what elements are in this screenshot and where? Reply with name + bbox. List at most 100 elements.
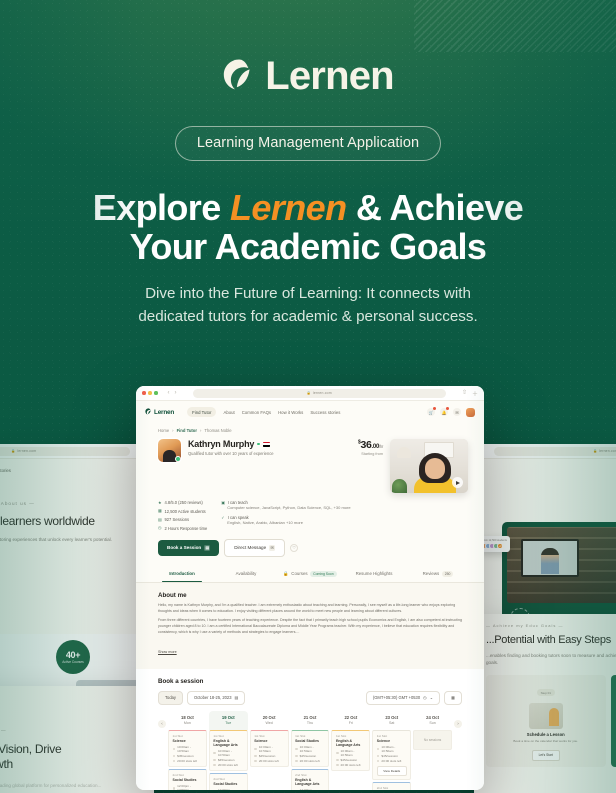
nav-link-find-tutor[interactable]: Find Tutor [187,407,217,417]
minimize-icon[interactable] [148,391,152,395]
nav-link-how-it-works[interactable]: How it Works [278,410,303,415]
session-slot-card[interactable]: 2nd SlotSocial Studies12:00pm - 12:50pm$… [372,782,412,790]
tab-courses[interactable]: 🔒 Courses Coming Soon [278,566,342,582]
close-icon[interactable] [142,391,146,395]
slot-time: 10:00am - 10:50am [172,745,203,753]
fact-text: 2 Hours Response time [164,525,208,531]
session-slot-card[interactable]: 2nd SlotSocial Studies12:00pm - 12:50pm$… [168,769,207,790]
about-us-paragraph: ...ated to providing personalized online… [0,537,112,542]
day-header[interactable]: 24 Oct Sun [413,711,452,730]
page-title: Explore Lernen & Achieve Your Academic G… [0,188,616,266]
background-window-easy-steps: — Achieve my Educ Goals — ...Potential w… [474,614,616,793]
day-header[interactable]: 21 Oct Thu [291,711,330,730]
nav-link-success-stories[interactable]: Success stories [310,410,340,415]
nav-link-faqs[interactable]: Common FAQs [242,410,271,415]
coming-soon-badge: Coming Soon [310,570,337,577]
breadcrumb-current: Thomas Noble [204,428,232,433]
show-more-link[interactable]: Show more [158,650,177,654]
session-slot-card[interactable]: 1st Slot Science 10:00am - 10:50am $45/sess… [372,729,412,780]
forward-icon[interactable]: › [175,390,177,396]
play-icon[interactable] [452,477,463,488]
breadcrumb-find-tutor[interactable]: Find Tutor [177,428,197,433]
tutor-intro-video[interactable] [390,439,468,493]
nav-link-about[interactable]: About [223,410,234,415]
slot-title: English & Language Arts [335,738,361,747]
session-slot-card[interactable]: 1st Slot English & Language Arts 10:00am -… [331,729,371,771]
slot-availability: 20:00 slots left [376,759,407,763]
day-header[interactable]: 20 Oct Wed [250,711,289,730]
bell-icon[interactable]: 🔔 [440,407,449,416]
session-slot-card[interactable]: 2nd SlotSocial Studies12:00pm - 12:50pm$… [208,773,248,790]
fact-value: Computer science, JavaScript, Python, Da… [227,505,351,510]
fact-text: 927 Sessions [164,517,190,523]
address-bar[interactable]: 🔒 lernen.com [0,446,130,456]
list-item: ▣ I can teach Computer science, JavaScri… [221,500,350,510]
slot-availability: 20:00 slots left [213,763,243,767]
share-icon[interactable]: ⇧ [462,389,467,398]
active-courses-label: Active Courses [62,660,84,664]
day-header[interactable]: 18 Oct Mon [168,711,207,730]
app-logo[interactable]: Lernen [145,408,174,416]
mail-icon[interactable]: ✉ [453,408,461,416]
day-header[interactable]: 23 Oct Sat [372,711,411,730]
list-item: ▦ 12,500 Active students [158,509,207,514]
plus-icon[interactable]: ＋ [472,389,478,398]
tab-introduction[interactable]: Introduction [150,566,214,583]
view-details-button[interactable]: View Details [376,765,407,776]
tagline-badge: Learning Management Application [174,126,442,161]
timezone-select[interactable]: (GMT+05:30) GMT +0530 ◷ ⌄ [365,690,441,705]
step-card-schedule[interactable]: Step 01 Schedule a Lesson Book a time on… [486,674,606,768]
slot-label: 2nd Slot [295,773,307,778]
about-me-paragraph-2: From three different countries, I have f… [158,618,462,635]
day-header[interactable]: 19 Oct Tue [208,710,248,730]
step-button[interactable]: Let's Start [531,749,560,761]
online-dot-icon [176,457,180,461]
active-courses-badge: 40+ Active Courses [56,640,90,674]
day-header[interactable]: 22 Oct Fri [331,711,370,730]
tutor-facts: ★ 4.8/5.0 (250 reviews) ▦ 12,500 Active … [136,493,484,531]
vision-heading-line-1: Our Vision, Drive [0,742,62,756]
step-text: Book a time on the calendar that works f… [513,738,579,743]
avatar[interactable] [466,407,475,417]
tab-resume-highlights[interactable]: Resume Highlights [342,566,406,581]
cart-icon[interactable]: 🛒 [427,407,436,416]
session-slot-card[interactable]: 1st Slot Science 10:00am - 10:50am $45/sess… [168,729,207,767]
session-slot-card[interactable]: 1st Slot Social Studies 10:00am - 10:50am $… [290,729,330,767]
slot-duration: $45/session [295,754,325,758]
tab-availability[interactable]: Availability [214,566,278,581]
date-range-picker[interactable]: October 18-25, 2023 ▤ [186,690,246,705]
tutor-stats-list: ★ 4.8/5.0 (250 reviews) ▦ 12,500 Active … [158,500,207,531]
book-session-button[interactable]: Book a Session ▤ [158,539,220,556]
window-controls [142,391,158,395]
next-week-button[interactable]: › [454,719,463,728]
product-screenshot-collage: 🔒 lernen.com About Common FAQs How it Wo… [0,356,616,793]
booking-title: Book a session [158,677,204,685]
slot-time: 10:00am - 10:50am [254,745,284,753]
heart-icon[interactable]: ♡ [290,543,299,552]
breadcrumb-home[interactable]: Home [158,428,169,433]
slot-time: 10:00am - 10:50am [295,745,325,753]
about-me-title: About me [158,591,187,599]
session-slot-card[interactable]: 1st Slot Science 10:00am - 10:50am $45/sess… [249,729,289,767]
maximize-icon[interactable] [154,391,158,395]
direct-message-button[interactable]: Direct Message ✉ [224,538,286,557]
step-card-journey[interactable]: Start Your Journey Explore a wide range … [610,674,616,768]
grid-view-toggle[interactable]: ▦ [444,690,462,705]
about-me-paragraph-1: Hello, my name is Kathryn Murphy, and I'… [158,602,456,613]
today-button[interactable]: Today [158,690,183,705]
address-bar[interactable]: 🔒 lernen.com [494,446,616,456]
prev-week-button[interactable]: ‹ [158,719,166,728]
slot-title: Science [376,738,391,743]
reviews-count-badge: 250 [441,570,454,577]
leaf-drop-icon [145,408,151,415]
nav-link-stories[interactable]: Success stories [0,468,11,473]
slot-label: 1st Slot [376,733,388,738]
session-slot-card[interactable]: 2nd SlotEnglish & Language Arts12:00pm -… [290,769,330,790]
timezone-label: (GMT+05:30) GMT +0530 [372,695,421,701]
lock-icon: 🔒 [11,449,16,453]
session-slot-card[interactable]: 1st Slot English & Language Arts 10:00am -… [208,729,248,771]
tab-reviews[interactable]: Reviews 250 [406,566,470,582]
day-column: 23 Oct Sat 1st Slot Science 10:00am - 10:50a… [372,711,412,790]
back-icon[interactable]: ‹ [168,390,170,396]
address-bar[interactable]: 🔒 lernen.com [192,388,446,398]
